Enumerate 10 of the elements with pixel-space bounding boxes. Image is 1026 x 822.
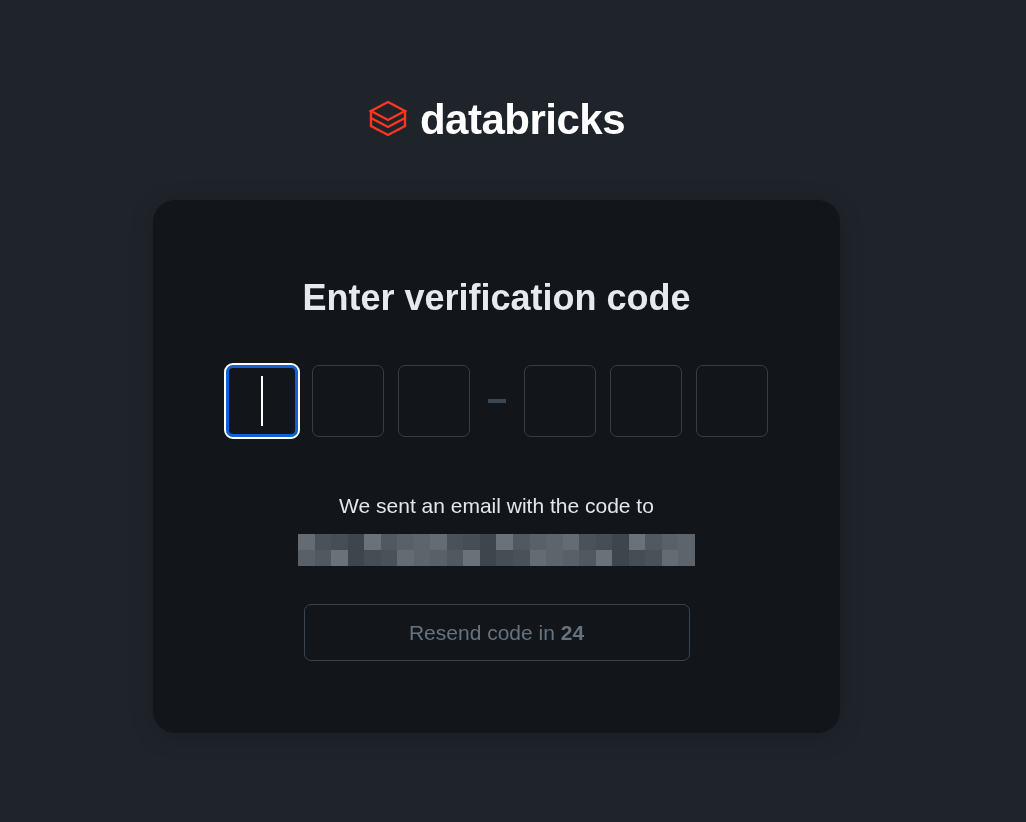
- code-digit-field[interactable]: [695, 365, 768, 437]
- code-digit-field[interactable]: [397, 365, 470, 437]
- page-title: Enter verification code: [302, 276, 691, 320]
- text-cursor-icon: [260, 376, 263, 426]
- code-digit-field[interactable]: [609, 365, 682, 437]
- logo-wordmark: databricks: [419, 96, 626, 144]
- code-digit-field[interactable]: [311, 365, 384, 437]
- email-sent-message: We sent an email with the code to: [339, 493, 654, 519]
- dash-separator: [487, 399, 506, 403]
- code-digit-field[interactable]: [523, 365, 596, 437]
